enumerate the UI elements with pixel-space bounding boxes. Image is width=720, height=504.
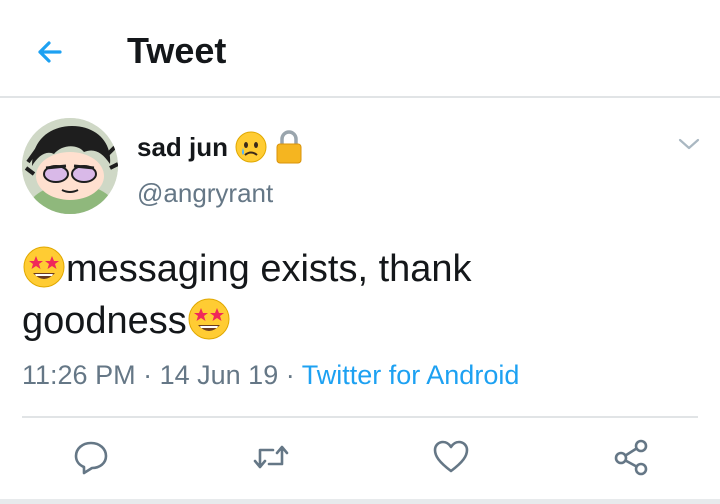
page-title: Tweet: [127, 30, 227, 71]
author-handle[interactable]: @angryrant: [137, 178, 273, 209]
bottom-divider: [0, 499, 720, 504]
tweet-meta: 11:26 PM · 14 Jun 19 · Twitter for Andro…: [22, 360, 519, 391]
tweet-time: 11:26 PM: [22, 360, 136, 390]
tweet-source-link[interactable]: Twitter for Android: [302, 360, 520, 390]
sad-face-emoji-icon: [235, 131, 267, 163]
lock-icon: [276, 130, 302, 164]
avatar-image: [22, 118, 118, 214]
arrow-left-icon[interactable]: [30, 32, 70, 72]
tweet-text: messaging exists, thank goodness: [22, 243, 682, 347]
meta-separator: ·: [285, 360, 295, 390]
tweet-date: 14 Jun 19: [159, 360, 279, 390]
reply-icon[interactable]: [71, 437, 111, 477]
tweet-text-line-2: goodness: [22, 300, 187, 342]
author-display-name: sad jun: [137, 131, 229, 162]
star-struck-emoji-icon: [23, 246, 65, 288]
top-app-bar: Tweet: [0, 0, 720, 98]
meta-separator: ·: [143, 360, 153, 390]
star-struck-emoji-icon: [188, 298, 230, 340]
tweet-text-line-1: messaging exists, thank: [66, 248, 472, 290]
share-icon[interactable]: [611, 437, 651, 477]
retweet-icon[interactable]: [251, 437, 291, 477]
avatar[interactable]: [22, 118, 118, 214]
author-name-row[interactable]: sad jun: [137, 129, 304, 165]
heart-icon[interactable]: [431, 437, 471, 477]
chevron-down-icon[interactable]: [676, 134, 702, 154]
divider: [22, 416, 698, 418]
